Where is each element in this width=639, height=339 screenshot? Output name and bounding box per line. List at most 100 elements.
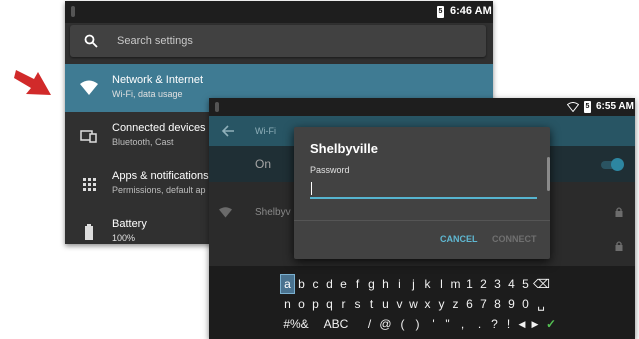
key-g[interactable]: g bbox=[365, 275, 378, 293]
mic-icon bbox=[215, 102, 219, 112]
key-o[interactable]: o bbox=[295, 295, 308, 313]
key-i[interactable]: i bbox=[393, 275, 406, 293]
settings-item-title: Apps & notifications bbox=[112, 170, 209, 182]
key-9[interactable]: 9 bbox=[505, 295, 518, 313]
dialog-divider bbox=[294, 220, 550, 221]
backspace-key-icon[interactable]: ⌫ bbox=[533, 275, 550, 293]
search-settings-bar[interactable]: Search settings bbox=[70, 25, 486, 57]
key-8[interactable]: 8 bbox=[491, 295, 504, 313]
password-input[interactable] bbox=[310, 179, 537, 199]
key-2[interactable]: 2 bbox=[477, 275, 490, 293]
key-question[interactable]: ? bbox=[488, 315, 501, 333]
search-placeholder: Search settings bbox=[117, 35, 193, 47]
keyboard-row-3: #%& ABC / @ ( ) ' " , . ? ! ◀ ▶ ✓ bbox=[281, 315, 561, 333]
network-name: Shelbyv bbox=[255, 207, 291, 218]
settings-item-title: Network & Internet bbox=[112, 74, 204, 86]
status-time: 6:55 AM bbox=[596, 101, 634, 112]
battery-status-number: 5 bbox=[585, 103, 590, 110]
on-screen-keyboard: a b c d e f g h i j k l m 1 2 3 4 5 ⌫ n … bbox=[209, 266, 635, 339]
key-exclamation[interactable]: ! bbox=[502, 315, 515, 333]
devices-icon bbox=[80, 130, 97, 143]
status-bar: 5 6:46 AM bbox=[65, 1, 493, 23]
key-v[interactable]: v bbox=[393, 295, 406, 313]
status-time: 6:46 AM bbox=[450, 5, 492, 17]
key-c[interactable]: c bbox=[309, 275, 322, 293]
key-quote[interactable]: " bbox=[441, 315, 454, 333]
settings-item-subtitle: Bluetooth, Cast bbox=[112, 137, 174, 147]
password-label: Password bbox=[310, 165, 350, 175]
cursor-left-key-icon[interactable]: ◀ bbox=[516, 315, 528, 333]
key-y[interactable]: y bbox=[435, 295, 448, 313]
key-comma[interactable]: , bbox=[456, 315, 469, 333]
wifi-screen: 5 6:55 AM Wi-Fi On Shelbyv a b c d e f g… bbox=[209, 98, 635, 339]
wifi-password-dialog: Shelbyville Password CANCEL CONNECT bbox=[294, 127, 550, 259]
key-r[interactable]: r bbox=[337, 295, 350, 313]
key-k[interactable]: k bbox=[421, 275, 434, 293]
key-4[interactable]: 4 bbox=[505, 275, 518, 293]
settings-item-title: Connected devices bbox=[112, 122, 206, 134]
status-bar: 5 6:55 AM bbox=[209, 98, 635, 116]
keyboard-row-2: n o p q r s t u v w x y z 6 7 8 9 0 ␣ bbox=[281, 295, 561, 313]
space-key-icon[interactable]: ␣ bbox=[533, 295, 549, 313]
key-d[interactable]: d bbox=[323, 275, 336, 293]
connect-button[interactable]: CONNECT bbox=[492, 234, 537, 244]
wifi-toggle-thumb[interactable] bbox=[611, 158, 624, 171]
key-m[interactable]: m bbox=[449, 275, 462, 293]
key-7[interactable]: 7 bbox=[477, 295, 490, 313]
key-b[interactable]: b bbox=[295, 275, 308, 293]
cancel-button[interactable]: CANCEL bbox=[440, 234, 478, 244]
key-f[interactable]: f bbox=[351, 275, 364, 293]
key-n[interactable]: n bbox=[281, 295, 294, 313]
key-x[interactable]: x bbox=[421, 295, 434, 313]
apps-grid-icon bbox=[83, 178, 96, 191]
key-a[interactable]: a bbox=[280, 274, 295, 294]
mic-icon bbox=[71, 6, 75, 17]
key-period[interactable]: . bbox=[473, 315, 486, 333]
settings-item-title: Battery bbox=[112, 218, 147, 230]
key-abc[interactable]: ABC bbox=[321, 315, 351, 333]
settings-item-subtitle: 100% bbox=[112, 233, 136, 243]
key-u[interactable]: u bbox=[379, 295, 392, 313]
key-3[interactable]: 3 bbox=[491, 275, 504, 293]
lock-icon bbox=[615, 241, 623, 251]
key-s[interactable]: s bbox=[351, 295, 364, 313]
dialog-title: Shelbyville bbox=[310, 141, 378, 156]
key-l[interactable]: l bbox=[435, 275, 448, 293]
key-open-paren[interactable]: ( bbox=[396, 315, 409, 333]
keyboard-row-1: a b c d e f g h i j k l m 1 2 3 4 5 ⌫ bbox=[280, 274, 561, 294]
key-slash[interactable]: / bbox=[363, 315, 376, 333]
page-title: Wi-Fi bbox=[255, 126, 276, 136]
wifi-status-icon bbox=[567, 102, 579, 112]
done-check-key-icon[interactable]: ✓ bbox=[543, 315, 559, 333]
search-icon bbox=[84, 34, 98, 48]
dialog-scrollbar[interactable] bbox=[547, 157, 550, 191]
key-5[interactable]: 5 bbox=[519, 275, 532, 293]
back-arrow-icon[interactable] bbox=[221, 124, 235, 138]
key-close-paren[interactable]: ) bbox=[411, 315, 424, 333]
key-6[interactable]: 6 bbox=[463, 295, 476, 313]
key-1[interactable]: 1 bbox=[463, 275, 476, 293]
key-t[interactable]: t bbox=[365, 295, 378, 313]
key-z[interactable]: z bbox=[449, 295, 462, 313]
key-symbols[interactable]: #%& bbox=[281, 315, 311, 333]
key-at[interactable]: @ bbox=[379, 315, 392, 333]
key-w[interactable]: w bbox=[407, 295, 420, 313]
key-p[interactable]: p bbox=[309, 295, 322, 313]
key-0[interactable]: 0 bbox=[519, 295, 532, 313]
lock-icon bbox=[615, 207, 623, 217]
wifi-icon bbox=[80, 80, 98, 95]
battery-icon bbox=[85, 224, 93, 240]
key-h[interactable]: h bbox=[379, 275, 392, 293]
red-pointer-arrow-icon bbox=[14, 70, 51, 95]
key-e[interactable]: e bbox=[337, 275, 350, 293]
key-q[interactable]: q bbox=[323, 295, 336, 313]
settings-item-subtitle: Wi-Fi, data usage bbox=[112, 89, 183, 99]
wifi-signal-icon bbox=[219, 207, 232, 218]
key-j[interactable]: j bbox=[407, 275, 420, 293]
settings-item-subtitle: Permissions, default ap bbox=[112, 185, 206, 195]
key-apostrophe[interactable]: ' bbox=[427, 315, 440, 333]
battery-status-number: 5 bbox=[438, 8, 443, 15]
cursor-right-key-icon[interactable]: ▶ bbox=[529, 315, 541, 333]
text-caret bbox=[311, 182, 312, 195]
wifi-on-label: On bbox=[255, 157, 272, 171]
